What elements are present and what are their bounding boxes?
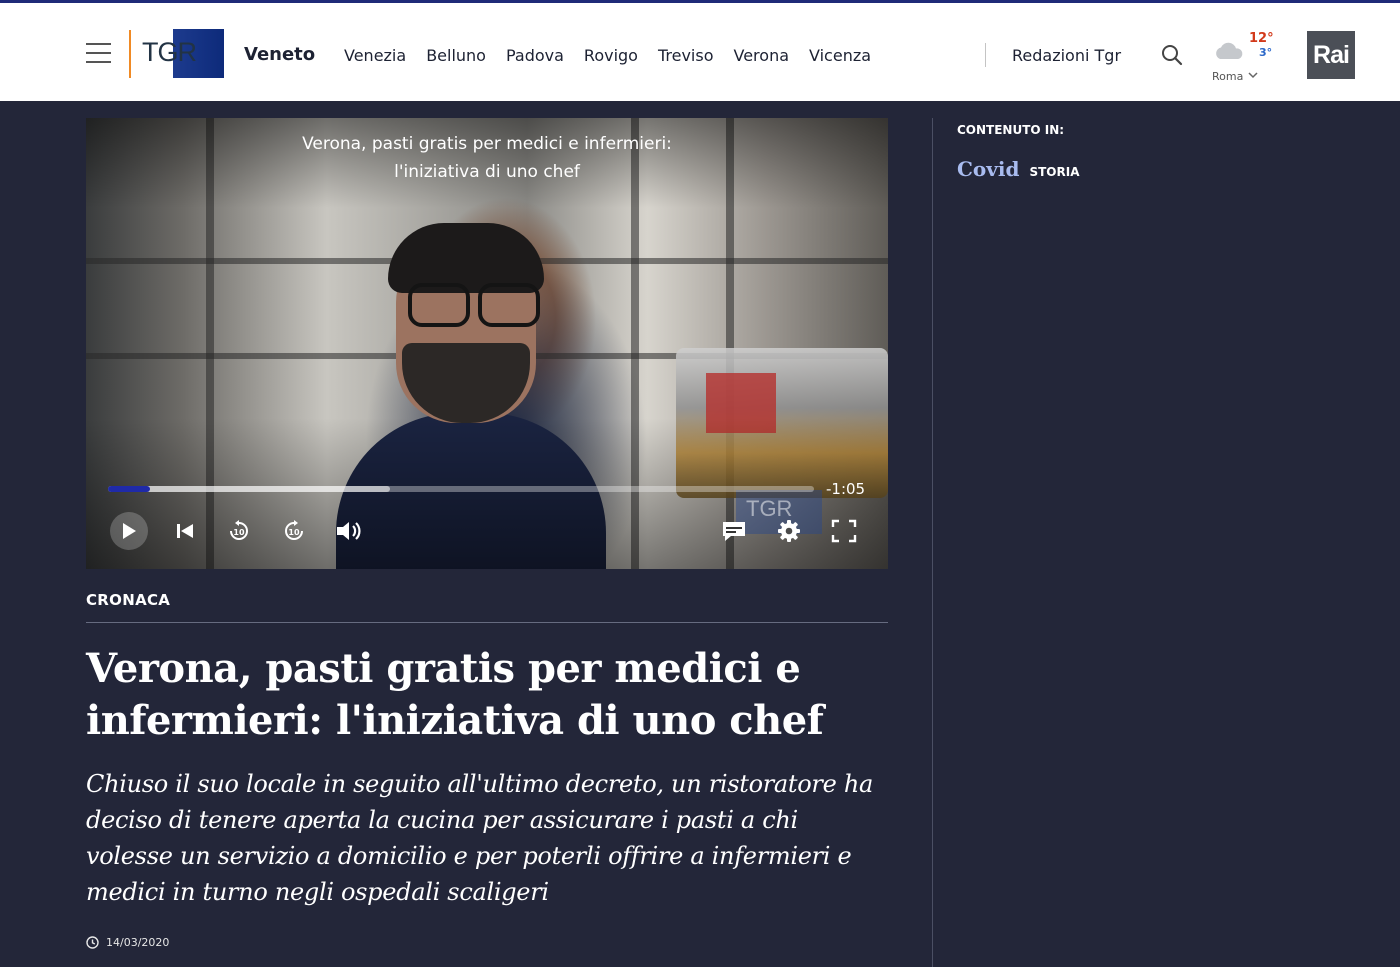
video-played-bar (108, 486, 150, 492)
nav-item-verona[interactable]: Verona (734, 46, 790, 65)
volume-button[interactable] (330, 512, 368, 550)
fullscreen-icon (831, 519, 857, 543)
nav-item-belluno[interactable]: Belluno (426, 46, 486, 65)
tgr-logo-text: TGR (142, 37, 197, 67)
nav-item-venezia[interactable]: Venezia (344, 46, 406, 65)
subtitles-icon (723, 522, 745, 541)
nav-item-vicenza[interactable]: Vicenza (809, 46, 871, 65)
region-title[interactable]: Veneto (244, 44, 315, 65)
category-divider (86, 622, 888, 623)
tag-type: STORIA (1029, 165, 1080, 179)
temp-low: 3° (1259, 46, 1273, 59)
forward-10-icon: 10 (285, 520, 303, 540)
clock-icon (86, 936, 99, 949)
nav-item-rovigo[interactable]: Rovigo (584, 46, 638, 65)
fullscreen-button[interactable] (825, 512, 863, 550)
volume-icon (337, 522, 361, 540)
nav-item-treviso[interactable]: Treviso (658, 46, 714, 65)
skip-back-button[interactable] (166, 512, 204, 550)
article-date-row: 14/03/2020 (86, 936, 169, 949)
article-date: 14/03/2020 (106, 936, 170, 949)
settings-button[interactable] (770, 512, 808, 550)
nav-item-padova[interactable]: Padova (506, 46, 564, 65)
video-title: Verona, pasti gratis per medici e inferm… (236, 130, 738, 186)
svg-text:10: 10 (288, 528, 300, 537)
sidebar-label: CONTENUTO IN: (957, 123, 1065, 137)
cloud-icon (1216, 42, 1243, 59)
article-subtitle: Chiuso il suo locale in seguito all'ulti… (86, 770, 873, 906)
subtitles-button[interactable] (715, 512, 753, 550)
weather-widget[interactable]: 12° 3° Roma (1208, 31, 1278, 87)
logo-accent-bar (129, 30, 131, 78)
skip-previous-icon (177, 524, 193, 538)
video-buffer-bar (108, 486, 390, 492)
tag-name[interactable]: Covid (957, 157, 1019, 181)
temp-high: 12° (1249, 31, 1274, 46)
hamburger-menu-icon[interactable] (86, 43, 111, 65)
site-header: TGR Veneto Venezia Belluno Padova Rovigo… (0, 0, 1400, 101)
weather-city: Roma (1212, 70, 1244, 83)
gear-icon (778, 520, 800, 542)
city-nav: Venezia Belluno Padova Rovigo Treviso Ve… (344, 46, 871, 65)
redazioni-link[interactable]: Redazioni Tgr (1012, 46, 1121, 65)
sidebar-tag-covid[interactable]: Covid STORIA (957, 157, 1080, 181)
video-title-line: Verona, pasti gratis per medici e inferm… (302, 134, 672, 154)
rewind-10-icon: 10 (230, 520, 248, 540)
play-button[interactable] (110, 512, 148, 550)
play-icon (123, 523, 136, 539)
video-progress-bar[interactable] (108, 486, 814, 492)
chevron-down-icon (1248, 69, 1258, 82)
time-remaining: -1:05 (826, 480, 866, 498)
rai-logo[interactable]: Rai (1307, 31, 1355, 79)
sidebar-divider (932, 118, 933, 967)
rewind-10-button[interactable]: 10 (220, 512, 258, 550)
header-divider (985, 43, 986, 67)
forward-10-button[interactable]: 10 (275, 512, 313, 550)
video-title-line: l'iniziativa di uno chef (394, 162, 580, 182)
search-icon[interactable] (1160, 43, 1184, 67)
article-category[interactable]: CRONACA (86, 591, 170, 609)
article-headline: Verona, pasti gratis per medici e inferm… (86, 645, 824, 744)
svg-text:10: 10 (233, 528, 245, 537)
video-player[interactable]: Verona, pasti gratis per medici e inferm… (86, 118, 888, 569)
